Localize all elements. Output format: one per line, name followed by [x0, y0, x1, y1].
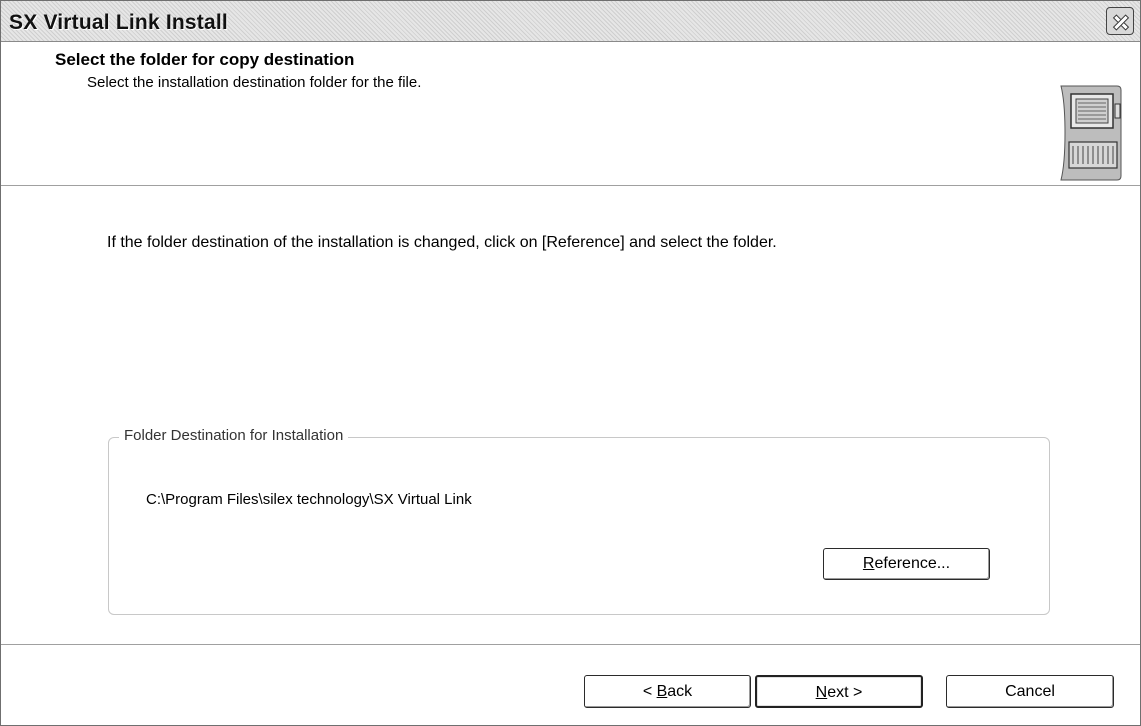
next-label: ext >: [827, 684, 863, 701]
close-icon[interactable]: [1106, 7, 1134, 35]
back-accel: B: [656, 683, 668, 700]
back-label: ack: [667, 683, 693, 700]
back-button[interactable]: < Back: [584, 675, 751, 708]
footer-separator: [1, 644, 1140, 645]
next-accel: N: [815, 684, 828, 701]
page-subtitle: Select the installation destination fold…: [87, 74, 422, 91]
cancel-label: Cancel: [1005, 683, 1055, 700]
instruction-text: If the folder destination of the install…: [107, 234, 777, 251]
destination-groupbox: [108, 437, 1050, 615]
reference-label: eference...: [874, 555, 951, 572]
installer-window: SX Virtual Link Install Select the folde…: [0, 0, 1141, 726]
next-button[interactable]: Next >: [755, 675, 923, 708]
groupbox-label: Folder Destination for Installation: [119, 427, 349, 444]
cancel-button[interactable]: Cancel: [946, 675, 1114, 708]
destination-path: C:\Program Files\silex technology\SX Vir…: [146, 491, 472, 508]
title-bar[interactable]: SX Virtual Link Install: [1, 1, 1140, 42]
back-prefix: <: [642, 683, 657, 700]
window-title: SX Virtual Link Install: [9, 11, 228, 34]
reference-button[interactable]: Reference...: [823, 548, 990, 580]
computer-monitor-icon: [1060, 85, 1122, 181]
reference-accel: R: [862, 555, 875, 572]
page-title: Select the folder for copy destination: [55, 50, 355, 69]
